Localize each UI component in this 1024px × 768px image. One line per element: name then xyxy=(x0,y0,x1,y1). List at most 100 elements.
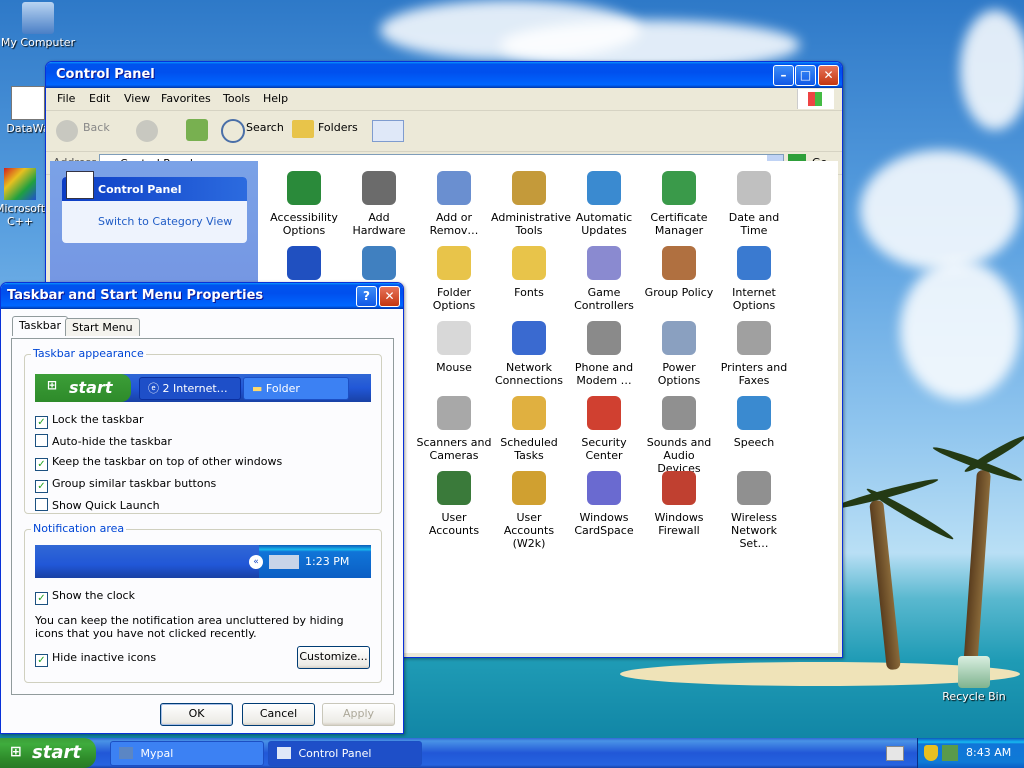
preview-folder-button: ▬ Folder xyxy=(243,377,349,400)
back-button[interactable]: Back xyxy=(83,121,110,134)
cp-item[interactable]: Folder Options xyxy=(416,246,492,312)
views-button[interactable] xyxy=(372,120,404,142)
cp-item-label: Add Hardware xyxy=(352,211,406,237)
show-clock-checkbox[interactable]: ✓ Show the clock xyxy=(35,589,135,605)
recycle-bin-icon xyxy=(958,656,990,688)
security-shield-icon[interactable] xyxy=(924,745,938,761)
cp-item-icon xyxy=(662,171,696,205)
cp-item[interactable]: Windows Firewall xyxy=(641,471,717,537)
cp-item[interactable]: Add or Remov… xyxy=(416,171,492,237)
cp-item[interactable]: Speech xyxy=(716,396,792,449)
menu-tools[interactable]: Tools xyxy=(223,92,250,105)
tab-start-menu[interactable]: Start Menu xyxy=(65,318,140,336)
cp-item[interactable]: Mouse xyxy=(416,321,492,374)
cp-item-label: Phone and Modem … xyxy=(574,361,634,387)
desktop-icon-recycle-bin[interactable]: Recycle Bin xyxy=(936,656,1012,703)
cp-item[interactable]: Phone and Modem … xyxy=(566,321,642,387)
cp-item-icon xyxy=(437,321,471,355)
network-icon[interactable] xyxy=(942,745,958,761)
dialog-titlebar[interactable]: Taskbar and Start Menu Properties ? ✕ xyxy=(1,283,403,309)
cp-item[interactable]: Sounds and Audio Devices xyxy=(641,396,717,475)
taskbar-item-label: Control Panel xyxy=(298,747,372,760)
cp-item[interactable]: Scanners and Cameras xyxy=(416,396,492,462)
up-folder-button[interactable] xyxy=(186,119,208,141)
cp-item[interactable]: Automatic Updates xyxy=(566,171,642,237)
help-button[interactable]: ? xyxy=(356,286,377,307)
palm-tree-trunk xyxy=(869,499,901,671)
cp-item[interactable]: Network Connections xyxy=(491,321,567,387)
tab-taskbar[interactable]: Taskbar xyxy=(12,316,68,336)
cp-item[interactable]: Printers and Faxes xyxy=(716,321,792,387)
hide-inactive-icons-checkbox[interactable]: ✓ Hide inactive icons xyxy=(35,651,156,667)
cp-item[interactable]: Security Center xyxy=(566,396,642,462)
show-quick-launch-checkbox[interactable]: Show Quick Launch xyxy=(35,498,160,512)
forward-button[interactable] xyxy=(136,120,158,142)
cp-item-label: Sounds and Audio Devices xyxy=(646,436,712,475)
toolbar: Back Search Folders xyxy=(46,111,842,152)
cp-item[interactable]: Certificate Manager xyxy=(641,171,717,237)
start-button[interactable]: ⊞ start xyxy=(0,738,96,768)
start-label: start xyxy=(32,742,81,763)
cp-item-label: Mouse xyxy=(436,361,472,374)
desktop-icon-my-computer[interactable]: My Computer xyxy=(0,2,76,49)
maximize-button[interactable]: □ xyxy=(795,65,816,86)
auto-hide-checkbox[interactable]: Auto-hide the taskbar xyxy=(35,434,172,448)
cp-item-label: Power Options xyxy=(657,361,701,387)
cp-item[interactable]: Accessibility Options xyxy=(266,171,342,237)
apply-button[interactable]: Apply xyxy=(322,703,395,726)
minimize-button[interactable]: – xyxy=(773,65,794,86)
menu-edit[interactable]: Edit xyxy=(89,92,110,105)
cp-item[interactable]: User Accounts (W2k) xyxy=(491,471,567,550)
notification-description: You can keep the notification area unclu… xyxy=(35,614,344,640)
cp-item[interactable]: Group Policy xyxy=(641,246,717,299)
cp-item[interactable]: Fonts xyxy=(491,246,567,299)
keyboard-icon[interactable] xyxy=(886,746,904,761)
menu-view[interactable]: View xyxy=(124,92,150,105)
taskbar-item-control-panel[interactable]: Control Panel xyxy=(268,741,422,766)
cp-item-label: Security Center xyxy=(581,436,627,462)
cp-item[interactable]: Administrative Tools xyxy=(491,171,571,237)
taskbar-preview: ⊞ start ⓔ 2 Internet… ▬ Folder xyxy=(35,374,371,402)
cp-item-icon xyxy=(737,246,771,280)
lock-taskbar-checkbox[interactable]: ✓ Lock the taskbar xyxy=(35,413,144,429)
checkbox-label: Group similar taskbar buttons xyxy=(52,477,217,490)
cp-item-label: Printers and Faxes xyxy=(720,361,788,387)
show-hidden-icons-chevron-icon: « xyxy=(249,555,263,569)
cp-item[interactable]: Wireless Network Set… xyxy=(716,471,792,550)
cp-item[interactable]: Internet Options xyxy=(716,246,792,312)
close-button[interactable]: ✕ xyxy=(818,65,839,86)
ok-button[interactable]: OK xyxy=(160,703,233,726)
cp-item-icon xyxy=(287,171,321,205)
switch-to-category-view-link[interactable]: Switch to Category View xyxy=(98,215,232,228)
taskbar-item-mypal[interactable]: Mypal xyxy=(110,741,264,766)
cp-item-label: User Accounts xyxy=(428,511,480,537)
cp-item-icon xyxy=(362,246,396,280)
group-similar-checkbox[interactable]: ✓ Group similar taskbar buttons xyxy=(35,477,216,493)
cp-item[interactable]: User Accounts xyxy=(416,471,492,537)
keep-on-top-checkbox[interactable]: ✓ Keep the taskbar on top of other window… xyxy=(35,455,282,471)
desktop-icon-label: Microsoft C++ xyxy=(0,202,46,228)
menu-help[interactable]: Help xyxy=(263,92,288,105)
menu-favorites[interactable]: Favorites xyxy=(161,92,211,105)
folders-button[interactable]: Folders xyxy=(318,121,358,134)
customize-button[interactable]: Customize... xyxy=(297,646,370,669)
cancel-button[interactable]: Cancel xyxy=(242,703,315,726)
cp-item[interactable]: Game Controllers xyxy=(566,246,642,312)
cp-item[interactable]: Power Options xyxy=(641,321,717,387)
checkbox-label: Show Quick Launch xyxy=(52,499,160,512)
control-panel-titlebar[interactable]: Control Panel – □ ✕ xyxy=(46,62,842,88)
search-button[interactable]: Search xyxy=(246,121,284,134)
menu-file[interactable]: File xyxy=(57,92,75,105)
cp-item[interactable]: Windows CardSpace xyxy=(566,471,642,537)
cp-item[interactable]: Scheduled Tasks xyxy=(491,396,567,462)
close-button[interactable]: ✕ xyxy=(379,286,400,307)
taskbar-appearance-group: Taskbar appearance ⊞ start ⓔ 2 Internet…… xyxy=(24,347,382,514)
browser-icon xyxy=(119,747,133,759)
preview-start-label: start xyxy=(69,378,113,397)
cp-item-icon xyxy=(662,396,696,430)
cp-item-label: Windows CardSpace xyxy=(574,511,634,537)
cp-item[interactable]: Add Hardware xyxy=(341,171,417,237)
cp-item-icon xyxy=(512,321,546,355)
cp-item[interactable]: Date and Time xyxy=(716,171,792,237)
notification-preview: « 1:23 PM xyxy=(35,545,371,578)
